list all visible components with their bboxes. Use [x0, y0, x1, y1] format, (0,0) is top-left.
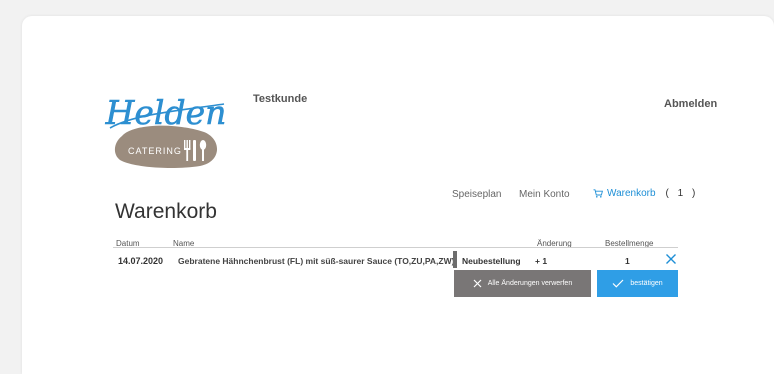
discard-changes-label: Alle Änderungen verwerfen: [487, 280, 573, 287]
confirm-button[interactable]: bestätigen: [597, 270, 678, 297]
logout-link[interactable]: Abmelden: [664, 98, 717, 110]
nav-menu-plan[interactable]: Speiseplan: [452, 189, 501, 200]
cart-label: Warenkorb: [607, 188, 656, 199]
row-date: 14.07.2020: [118, 256, 164, 266]
row-status: Neubestellung: [462, 256, 521, 266]
remove-item-close-icon[interactable]: [664, 252, 678, 266]
row-name: Gebratene Hähnchenbrust (FL) mit süß-sau…: [178, 256, 457, 266]
cart-count: ( 1 ): [665, 188, 699, 199]
nav-my-account[interactable]: Mein Konto: [519, 189, 570, 200]
nav-cart[interactable]: Warenkorb ( 1 ): [593, 188, 698, 199]
cart-icon: [593, 189, 603, 198]
helden-catering-logo: Helden CATERING: [104, 93, 227, 168]
confirm-label: bestätigen: [630, 280, 663, 287]
checkmark-icon: [612, 279, 624, 288]
status-indicator: [453, 251, 457, 268]
row-change: + 1: [535, 256, 548, 266]
close-icon: [473, 279, 482, 288]
row-quantity: 1: [625, 256, 630, 266]
customer-name: Testkunde: [253, 93, 308, 105]
discard-changes-button[interactable]: Alle Änderungen verwerfen: [454, 270, 591, 297]
page-title: Warenkorb: [115, 200, 217, 223]
logo-sub: CATERING: [128, 146, 182, 156]
table-header-divider: [113, 247, 678, 248]
